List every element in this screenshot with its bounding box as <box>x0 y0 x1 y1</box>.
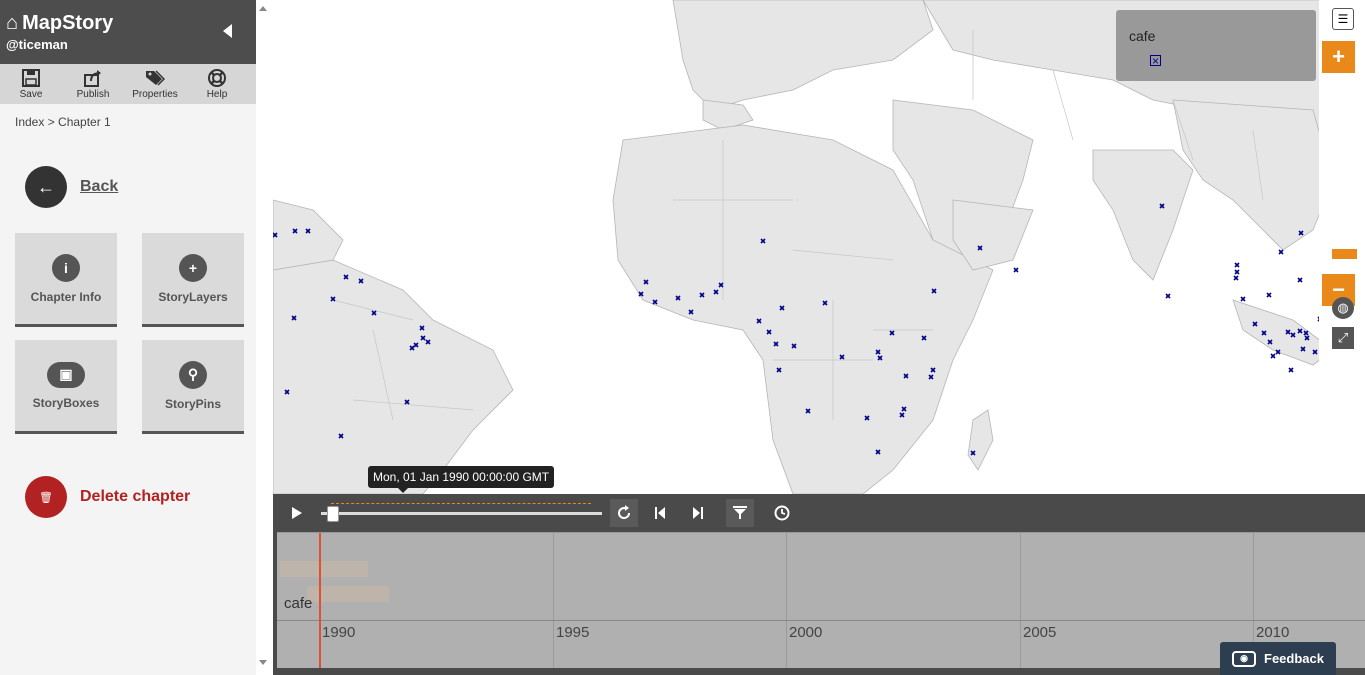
sidebar: ⌂ MapStory @ticeman Save Publish Propert… <box>0 0 256 675</box>
collapse-sidebar-icon[interactable] <box>223 24 232 38</box>
storypins-card[interactable]: ⚲ StoryPins <box>142 340 244 434</box>
chapter-info-label: Chapter Info <box>30 289 102 304</box>
storypins-label: StoryPins <box>164 396 221 411</box>
save-button[interactable]: Save <box>0 64 62 104</box>
publish-label: Publish <box>76 88 110 100</box>
map-controls: ☰ + − ◍ ⤢ <box>1319 0 1365 494</box>
step-back-button[interactable] <box>646 499 674 527</box>
timeline-band <box>280 561 368 577</box>
box-icon: ▣ <box>47 361 85 388</box>
layer-list-icon[interactable]: ☰ <box>1332 8 1354 30</box>
timeline-bottom-edge <box>273 668 1365 675</box>
gridline <box>1020 533 1021 669</box>
delete-chapter-button[interactable]: 🗑 Delete chapter <box>25 476 190 518</box>
plus-icon: + <box>179 253 207 282</box>
storyboxes-card[interactable]: ▣ StoryBoxes <box>15 340 117 434</box>
zoom-in-button[interactable]: + <box>1322 41 1355 73</box>
chapter-cards: i Chapter Info + StoryLayers ▣ StoryBoxe… <box>15 233 245 434</box>
step-forward-button[interactable] <box>684 499 712 527</box>
time-slider-track[interactable] <box>321 512 602 515</box>
gridline <box>786 533 787 669</box>
step-back-icon <box>655 507 665 519</box>
timeline-axis <box>277 620 1365 621</box>
step-forward-icon <box>693 507 703 519</box>
year-label: 2000 <box>789 624 823 641</box>
app-logo[interactable]: ⌂ MapStory <box>6 12 256 35</box>
time-ticks <box>331 498 591 504</box>
app-title: MapStory <box>22 12 114 34</box>
delete-chapter-label: Delete chapter <box>80 488 191 505</box>
scroll-down-icon[interactable] <box>259 660 267 665</box>
year-label: 1990 <box>322 624 356 641</box>
username: @ticeman <box>6 37 68 52</box>
timeline-layer-label: cafe <box>284 595 313 612</box>
pin-icon: ⚲ <box>179 360 207 389</box>
loop-button[interactable] <box>610 499 638 527</box>
publish-button[interactable]: Publish <box>62 64 124 104</box>
clock-icon <box>774 505 790 521</box>
cafe-marker-icon: × <box>1150 53 1161 68</box>
tags-icon <box>146 69 165 86</box>
legend-title: cafe <box>1129 28 1156 44</box>
legend-panel: cafe × <box>1116 10 1316 81</box>
timeline-cursor[interactable] <box>319 533 321 669</box>
camera-icon: ◉ <box>1232 650 1256 667</box>
properties-label: Properties <box>132 88 178 100</box>
clock-button[interactable] <box>768 499 796 527</box>
info-icon: i <box>52 253 80 282</box>
back-button[interactable]: ← Back <box>25 166 256 208</box>
lifebuoy-icon <box>208 68 226 87</box>
trash-icon: 🗑 <box>25 476 67 518</box>
properties-button[interactable]: Properties <box>124 64 186 104</box>
timeline-panel[interactable]: cafe 1990 1995 2000 2005 2010 <box>277 532 1365 669</box>
scroll-up-icon[interactable] <box>259 6 267 11</box>
storylayers-card[interactable]: + StoryLayers <box>142 233 244 327</box>
fullscreen-icon[interactable]: ⤢ <box>1332 327 1354 349</box>
back-label: Back <box>80 178 119 195</box>
help-label: Help <box>206 88 228 100</box>
year-label: 1995 <box>556 624 590 641</box>
time-tooltip: Mon, 01 Jan 1990 00:00:00 GMT <box>368 466 555 493</box>
time-slider-thumb[interactable] <box>327 506 339 522</box>
playback-bar <box>273 494 1365 532</box>
home-icon: ⌂ <box>6 12 19 34</box>
play-button[interactable] <box>283 499 311 527</box>
storylayers-label: StoryLayers <box>158 289 228 304</box>
publish-icon <box>84 69 101 87</box>
save-label: Save <box>19 88 43 100</box>
feedback-label: Feedback <box>1264 651 1324 666</box>
arrow-left-icon: ← <box>25 166 67 208</box>
year-label: 2005 <box>1023 624 1057 641</box>
storyboxes-label: StoryBoxes <box>32 395 100 410</box>
help-button[interactable]: Help <box>186 64 248 104</box>
breadcrumb[interactable]: Index > Chapter 1 <box>0 104 256 144</box>
gridline <box>553 533 554 669</box>
play-icon <box>292 507 302 519</box>
globe-icon[interactable]: ◍ <box>1332 297 1354 319</box>
filter-button[interactable] <box>726 499 754 527</box>
chapter-info-card[interactable]: i Chapter Info <box>15 233 117 327</box>
brand-header: ⌂ MapStory @ticeman <box>0 0 256 64</box>
feedback-button[interactable]: ◉ Feedback <box>1220 642 1336 675</box>
zoom-slider-handle[interactable] <box>1332 249 1357 259</box>
filter-icon <box>733 506 747 519</box>
year-label: 2010 <box>1256 624 1290 641</box>
refresh-icon <box>618 505 631 520</box>
sidebar-toolbar: Save Publish Properties Help <box>0 64 256 104</box>
save-icon <box>22 68 40 87</box>
